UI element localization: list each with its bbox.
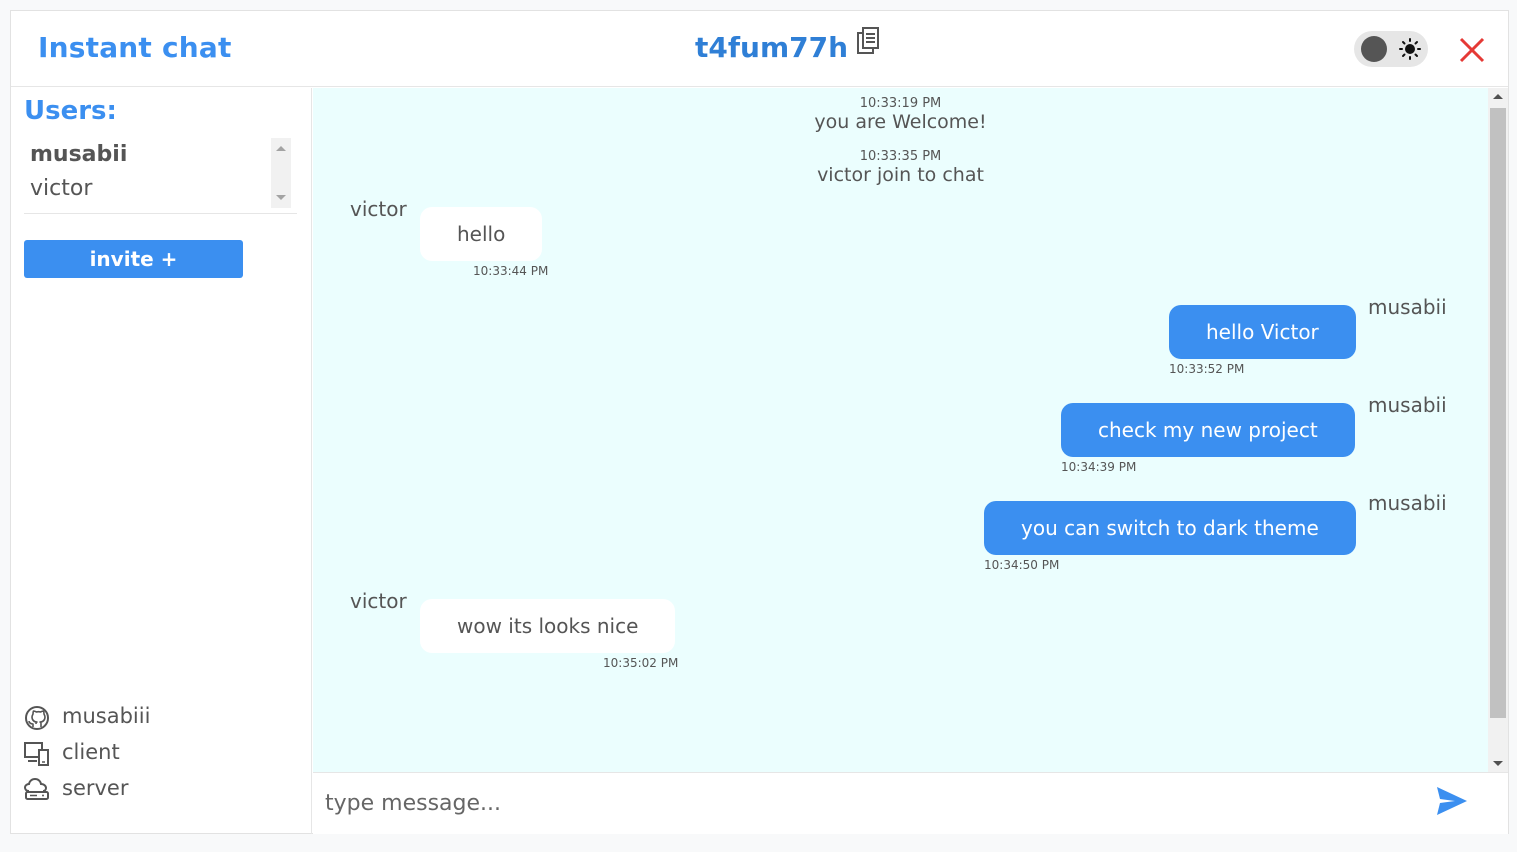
copy-icon[interactable] <box>857 27 881 57</box>
user-item: victor <box>30 176 93 201</box>
message-input[interactable] <box>325 785 1405 821</box>
system-message-text: you are Welcome! <box>814 111 987 133</box>
message-bubble: hello Victor <box>1169 305 1356 359</box>
close-icon[interactable] <box>1457 35 1487 65</box>
theme-toggle[interactable] <box>1354 31 1428 67</box>
system-message-text: victor join to chat <box>817 164 984 186</box>
devices-icon <box>24 742 49 766</box>
user-list-scrollbar[interactable] <box>271 138 291 208</box>
app-title: Instant chat <box>38 31 232 64</box>
invite-button[interactable]: invite + <box>24 240 243 278</box>
system-message-time: 10:33:19 PM <box>859 96 942 111</box>
message-sender: musabii <box>1368 491 1447 515</box>
scroll-down-icon[interactable] <box>1493 761 1503 766</box>
message-time: 10:34:39 PM <box>1061 460 1137 474</box>
chat-app-window: Instant chat t4fum77h Users: musabii vic… <box>10 10 1509 834</box>
toggle-knob <box>1361 36 1387 62</box>
message-bubble: wow its looks nice <box>420 599 676 653</box>
message-sender: musabii <box>1368 393 1447 417</box>
send-icon[interactable] <box>1435 784 1469 818</box>
link-label: musabiii <box>62 704 151 728</box>
message-sender: victor <box>350 589 407 613</box>
scroll-up-icon[interactable] <box>276 146 286 151</box>
scroll-up-icon[interactable] <box>1493 94 1503 99</box>
github-icon <box>25 706 49 730</box>
message-time: 10:33:52 PM <box>1169 362 1245 376</box>
message-bubble: check my new project <box>1061 403 1355 457</box>
user-item: musabii <box>30 142 128 167</box>
message-bubble: you can switch to dark theme <box>984 501 1356 555</box>
message-sender: victor <box>350 197 407 221</box>
chat-scrollbar[interactable] <box>1488 88 1508 772</box>
header: Instant chat t4fum77h <box>11 11 1508 87</box>
message-time: 10:33:44 PM <box>473 264 549 278</box>
message-composer <box>313 772 1508 834</box>
scroll-down-icon[interactable] <box>276 195 286 200</box>
system-message-time: 10:33:35 PM <box>859 149 942 164</box>
system-message: 10:33:19 PM you are Welcome! <box>313 96 1488 133</box>
scrollbar-thumb[interactable] <box>1490 108 1506 718</box>
message-time: 10:34:50 PM <box>984 558 1060 572</box>
user-list[interactable]: musabii victor <box>24 138 297 214</box>
message-time: 10:35:02 PM <box>603 656 679 670</box>
chat-messages[interactable]: 10:33:19 PM you are Welcome! 10:33:35 PM… <box>313 88 1508 772</box>
cloud-server-icon <box>24 777 49 800</box>
room-id: t4fum77h <box>695 31 849 64</box>
system-message: 10:33:35 PM victor join to chat <box>313 149 1488 186</box>
sidebar: Users: musabii victor invite + musabiii <box>11 88 312 834</box>
link-label: client <box>62 740 120 764</box>
sun-icon <box>1399 38 1421 60</box>
users-title: Users: <box>24 96 117 126</box>
message-sender: musabii <box>1368 295 1447 319</box>
message-bubble: hello <box>420 207 543 261</box>
link-label: server <box>62 776 129 800</box>
